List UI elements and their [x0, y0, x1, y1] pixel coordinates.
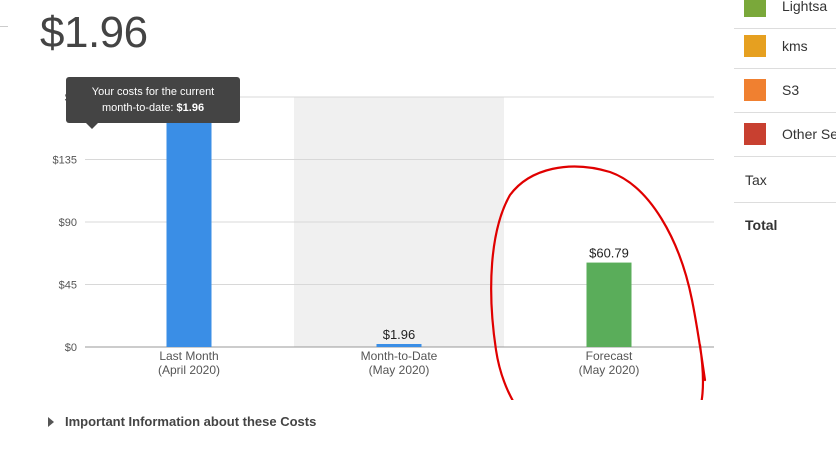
tooltip-pointer — [86, 123, 98, 129]
bar — [376, 344, 422, 347]
service-legend: Lightsa kms S3 Other Se Tax Total — [734, 0, 836, 465]
legend-item-other-services[interactable]: Other Se — [734, 112, 836, 157]
bar — [586, 262, 632, 347]
tooltip-line-2: month-to-date: $1.96 — [101, 102, 205, 114]
data-label: $60.79 — [589, 246, 629, 261]
month-to-date-tooltip: Your costs for the current month-to-date… — [66, 77, 240, 123]
tax-row: Tax — [734, 157, 836, 203]
category-label: Last Month — [159, 349, 218, 363]
category-label: (April 2020) — [158, 363, 220, 377]
legend-swatch — [744, 35, 766, 57]
category-label: Forecast — [586, 349, 633, 363]
total-row: Total — [734, 203, 836, 247]
legend-item-s3[interactable]: S3 — [734, 68, 836, 113]
legend-label: Other Se — [782, 126, 836, 142]
legend-swatch — [744, 123, 766, 145]
tooltip-line-1: Your costs for the current — [91, 86, 215, 98]
legend-label: S3 — [782, 82, 800, 98]
bar — [166, 97, 212, 347]
cost-bar-chart: $0$45$90$135$1 $1.96$60.79 Last Month(Ap… — [53, 92, 714, 400]
y-tick-label: $45 — [59, 280, 77, 292]
important-info-label: Important Information about these Costs — [65, 414, 317, 429]
legend-label: kms — [782, 38, 808, 54]
important-info-toggle[interactable]: Important Information about these Costs — [48, 414, 316, 429]
legend-swatch — [744, 79, 766, 101]
caret-right-icon — [48, 416, 54, 427]
legend-label: Lightsa — [782, 0, 828, 14]
legend-item-kms[interactable]: kms — [734, 24, 836, 69]
category-label: (May 2020) — [579, 363, 640, 377]
category-label: Month-to-Date — [361, 349, 438, 363]
tax-label: Tax — [745, 172, 767, 188]
data-label: $1.96 — [383, 327, 416, 342]
y-tick-label: $90 — [59, 217, 77, 229]
legend-swatch — [744, 0, 766, 17]
tooltip-value: $1.96 — [176, 102, 205, 114]
y-tick-label: $135 — [53, 155, 77, 167]
y-tick-label: $0 — [65, 342, 77, 354]
total-label: Total — [745, 217, 778, 233]
category-label: (May 2020) — [369, 363, 430, 377]
